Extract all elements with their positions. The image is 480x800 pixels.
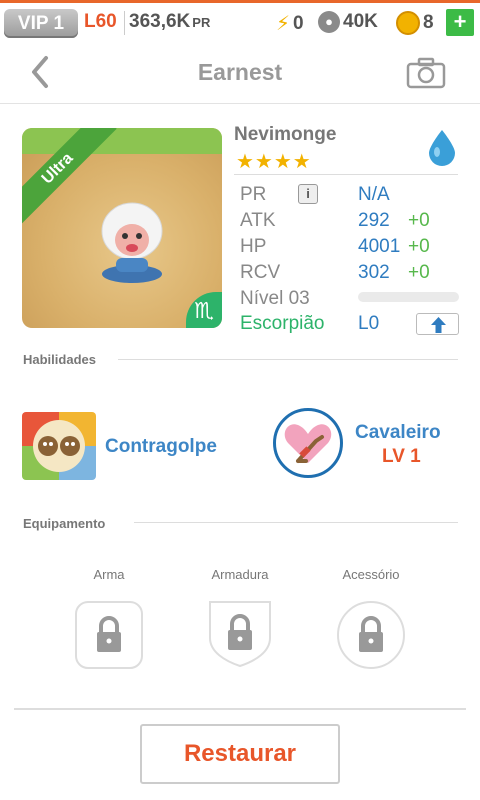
vip-badge[interactable]: VIP 1 [4,9,78,38]
weapon-slot[interactable] [74,600,144,670]
armor-slot[interactable] [205,598,275,668]
zodiac-label: Escorpião [240,313,325,334]
status-bar: VIP 1 L60 363,6K PR ⚡ 0 ● 40K 8 + [0,0,480,42]
accessory-slot[interactable] [336,600,406,670]
water-drop-icon [429,130,455,166]
slot-label-arma: Arma [93,567,125,582]
player-power: 363,6K PR [124,11,210,35]
restore-button[interactable]: Restaurar [140,724,340,784]
monster-name: Nevimonge [234,124,337,145]
zodiac-sign-icon: ♏ [186,292,222,328]
monster-portrait[interactable]: Ultra ♏ [22,128,222,328]
lightning-icon: ⚡ [276,13,291,35]
stat-bonus-atk: +0 [408,210,430,231]
paw-value: 40K [343,11,378,32]
paw-counter: ● 40K [318,11,378,33]
info-icon[interactable]: i [298,184,318,204]
paw-icon: ● [318,11,340,33]
upgrade-button[interactable] [416,313,459,335]
skill-name-cavaleiro: Cavaleiro [355,422,441,443]
monster-sprite [101,202,163,283]
stat-value-hp: 4001 [358,236,401,257]
page-header: Earnest [0,42,480,104]
abilities-divider [118,359,458,360]
stat-label-pr: PR [240,184,267,205]
energy-value: 0 [293,12,304,34]
coin-value: 8 [423,12,434,33]
monster-level-label: Nível 03 [240,288,310,309]
coin-icon [396,11,420,35]
stat-label-hp: HP [240,236,267,257]
star-rating: ★★★★ [236,151,312,173]
stat-value-atk: 292 [358,210,390,231]
stat-bonus-hp: +0 [408,236,430,257]
stats-divider [234,174,458,175]
equipment-divider [134,522,458,523]
xp-progress-bar [358,292,459,302]
add-currency-button[interactable]: + [446,9,474,36]
stat-bonus-rcv: +0 [408,262,430,283]
pr-unit: PR [192,15,211,30]
pr-value: 363,6K [129,11,191,32]
stat-value-pr: N/A [358,184,390,205]
abilities-title: Habilidades [23,352,96,367]
stat-label-atk: ATK [240,210,276,231]
footer-divider [14,708,466,710]
player-level: L60 [84,11,117,32]
grass-strip [22,128,222,154]
zodiac-level: L0 [358,313,380,334]
skill-contragolpe-icon[interactable] [22,412,96,480]
stat-label-rcv: RCV [240,262,281,283]
stat-value-rcv: 302 [358,262,390,283]
skill-level-cavaleiro: LV 1 [382,446,421,467]
slot-label-armadura: Armadura [211,567,269,582]
equipment-title: Equipamento [23,516,106,531]
skill-cavaleiro-icon[interactable] [273,408,343,478]
energy-counter: ⚡ 0 [276,11,304,36]
camera-icon[interactable] [406,57,446,89]
skill-name-contragolpe: Contragolpe [105,436,217,457]
up-arrow-icon [431,317,446,333]
slot-label-acessorio: Acessório [342,567,400,582]
coin-counter: 8 [396,11,434,35]
